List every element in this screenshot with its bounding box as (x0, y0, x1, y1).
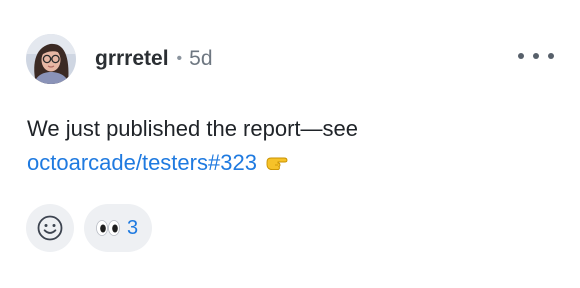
reaction-eyes[interactable]: 3 (84, 204, 153, 252)
post-text-line: We just published the report—see (27, 116, 358, 141)
post-card: grrretel • 5d We just published the repo… (0, 0, 580, 288)
reaction-count: 3 (127, 216, 139, 239)
reactions-bar: 3 (26, 204, 153, 252)
dot (518, 53, 524, 59)
dot (548, 53, 554, 59)
dot (533, 53, 539, 59)
post-text-line: octoarcade/testers#323 (27, 146, 358, 180)
post-body: We just published the report—see octoarc… (27, 112, 358, 180)
more-options-icon[interactable] (518, 46, 554, 66)
timestamp[interactable]: 5d (189, 46, 212, 72)
avatar-image (26, 34, 76, 84)
post-meta: grrretel • 5d (95, 46, 213, 72)
add-reaction-button[interactable] (26, 204, 74, 252)
meta-separator: • (176, 50, 183, 67)
avatar[interactable] (26, 34, 76, 84)
pointing-right-hand-icon (265, 153, 289, 173)
post-header: grrretel • 5d (26, 34, 213, 84)
eyes-icon (96, 220, 120, 236)
smiley-face-icon (37, 215, 63, 241)
username[interactable]: grrretel (95, 46, 169, 72)
issue-link[interactable]: octoarcade/testers#323 (27, 146, 257, 180)
